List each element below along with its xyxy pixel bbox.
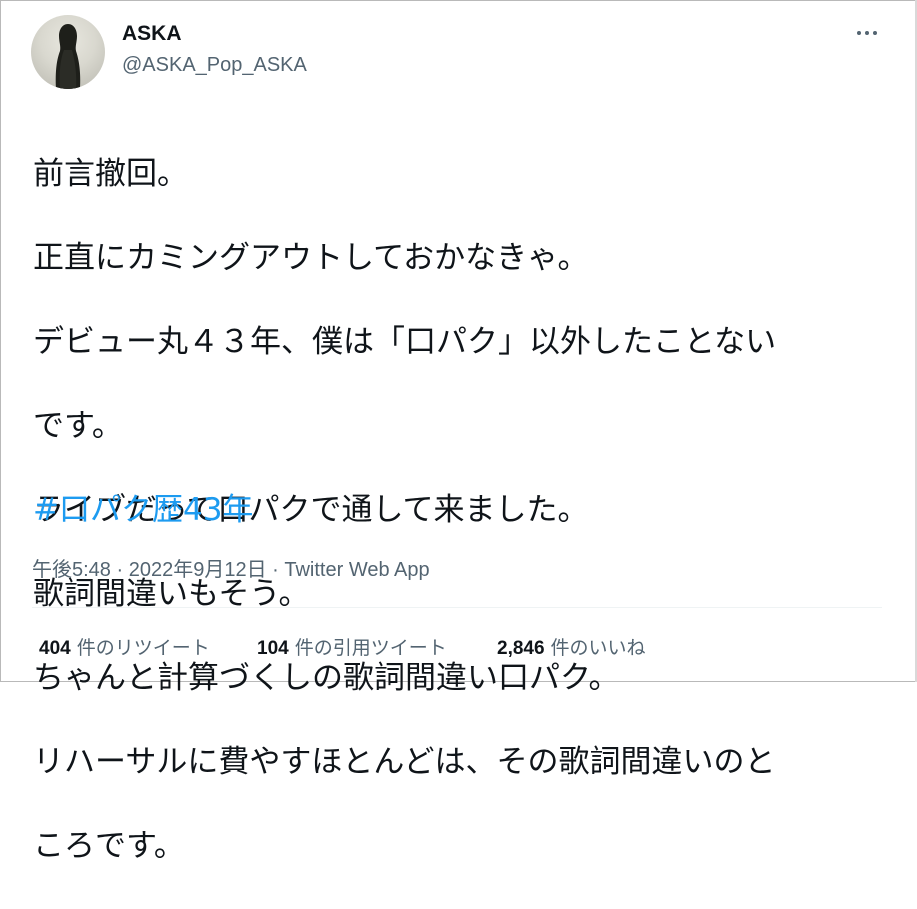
more-horizontal-icon — [857, 31, 861, 35]
quote-tweets-label: 件の引用ツイート — [294, 638, 447, 659]
tweet-line: 正直にカミングアウトしておかなきゃ。 — [33, 240, 589, 276]
tweet-line: ころです。 — [33, 828, 185, 864]
quote-tweets-count: 104 — [257, 638, 289, 659]
tweet-line: ちゃんと計算づくしの歌詞間違い口パク。 — [33, 660, 620, 696]
tweet-time-link[interactable]: 午後5:48 — [32, 559, 111, 581]
likes-stat-link[interactable]: 2,846 件のいいね — [497, 635, 646, 663]
divider — [32, 607, 882, 608]
more-horizontal-icon — [865, 31, 869, 35]
avatar[interactable] — [31, 15, 105, 89]
user-handle[interactable]: @ASKA_Pop_ASKA — [122, 51, 307, 79]
retweets-count: 404 — [39, 638, 71, 659]
likes-count: 2,846 — [497, 638, 545, 659]
meta-separator: · — [110, 559, 129, 581]
hashtag-link[interactable]: #口パク歴43年 — [33, 489, 253, 531]
likes-label: 件のいいね — [550, 638, 646, 659]
more-horizontal-icon — [873, 31, 877, 35]
tweet-meta: 午後5:48 · 2022年9月12日 · Twitter Web App — [32, 556, 430, 584]
retweets-label: 件のリツイート — [76, 638, 210, 659]
tweet-line: です。 — [33, 408, 123, 444]
tweet-line: リハーサルに費やすほとんどは、その歌詞間違いのと — [33, 744, 776, 780]
tweet-source-link[interactable]: Twitter Web App — [284, 559, 429, 581]
quote-tweets-stat-link[interactable]: 104 件の引用ツイート — [257, 635, 447, 663]
display-name[interactable]: ASKA — [122, 20, 182, 48]
tweet-card: ASKA @ASKA_Pop_ASKA 前言撤回。 正直にカミングアウトしておか… — [0, 0, 917, 864]
tweet-date-link[interactable]: 2022年9月12日 — [129, 559, 267, 581]
more-options-button[interactable] — [849, 19, 885, 47]
retweets-stat-link[interactable]: 404 件のリツイート — [39, 635, 210, 663]
tweet-line: 前言撤回。 — [33, 156, 188, 192]
avatar-silhouette-icon — [55, 24, 81, 89]
meta-separator: · — [266, 559, 285, 581]
tweet-line: デビュー丸４３年、僕は「口パク」以外したことない — [33, 324, 777, 360]
